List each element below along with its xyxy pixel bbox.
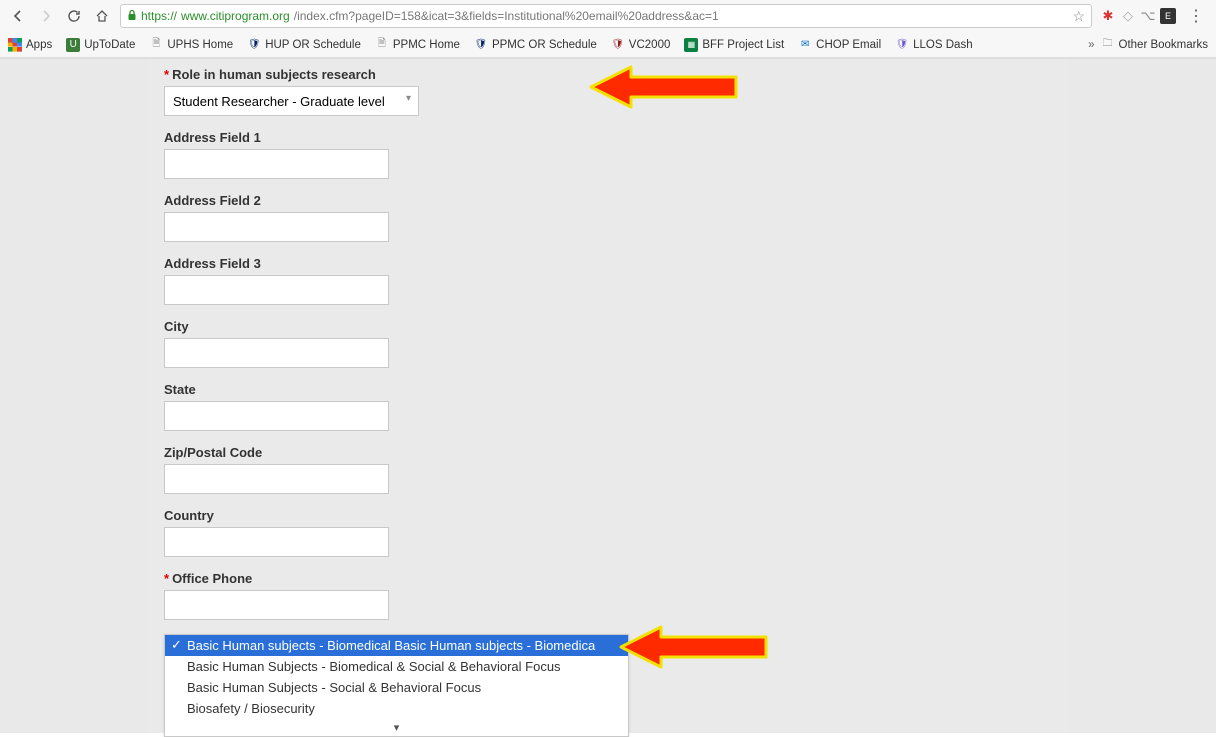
folder-icon: 🗀 bbox=[1101, 38, 1115, 52]
apps-icon bbox=[8, 38, 22, 52]
file-icon: 🗎 bbox=[149, 38, 163, 52]
bookmark-label: UpToDate bbox=[84, 39, 135, 51]
bookmark-label: LLOS Dash bbox=[913, 39, 972, 51]
apps-button[interactable]: Apps bbox=[8, 38, 52, 52]
bookmark-label: CHOP Email bbox=[816, 39, 881, 51]
bookmark-item[interactable]: U UpToDate bbox=[66, 38, 135, 52]
bookmark-item[interactable]: ✉ CHOP Email bbox=[798, 38, 881, 52]
zip-input[interactable] bbox=[164, 464, 389, 494]
shield-icon: 🛡 bbox=[895, 38, 909, 52]
shield-icon: 🛡 bbox=[247, 38, 261, 52]
address3-label: Address Field 3 bbox=[164, 256, 1052, 271]
bookmark-item[interactable]: ▦ BFF Project List bbox=[684, 38, 784, 52]
address1-input[interactable] bbox=[164, 149, 389, 179]
annotation-arrow-bottom bbox=[616, 617, 771, 677]
address3-input[interactable] bbox=[164, 275, 389, 305]
file-icon: 🗎 bbox=[375, 38, 389, 52]
url-https: https:// bbox=[141, 9, 177, 23]
url-path: /index.cfm?pageID=158&icat=3&fields=Inst… bbox=[294, 9, 719, 23]
shield-icon: 🛡 bbox=[611, 38, 625, 52]
bookmark-label: UPHS Home bbox=[167, 39, 233, 51]
city-label: City bbox=[164, 319, 1052, 334]
role-select[interactable] bbox=[164, 86, 419, 116]
ext-icon-1[interactable]: ✱ bbox=[1100, 8, 1116, 24]
dropdown-option[interactable]: Basic Human subjects - Biomedical Basic … bbox=[165, 635, 628, 656]
ext-icon-3[interactable]: ⌥ bbox=[1140, 8, 1156, 24]
mail-icon: ✉ bbox=[798, 38, 812, 52]
bookmark-label: HUP OR Schedule bbox=[265, 39, 361, 51]
dropdown-option[interactable]: Basic Human Subjects - Social & Behavior… bbox=[165, 677, 628, 698]
reload-button[interactable] bbox=[64, 6, 84, 26]
required-star: * bbox=[164, 67, 169, 82]
other-bookmarks-label: Other Bookmarks bbox=[1119, 39, 1208, 51]
bookmark-label: PPMC OR Schedule bbox=[492, 39, 597, 51]
star-icon[interactable]: ☆ bbox=[1072, 8, 1085, 25]
address-bar[interactable]: https:// www.citiprogram.org/index.cfm?pa… bbox=[120, 4, 1092, 28]
other-bookmarks-button[interactable]: 🗀 Other Bookmarks bbox=[1101, 38, 1208, 52]
bookmark-item[interactable]: 🗎 PPMC Home bbox=[375, 38, 460, 52]
address1-label: Address Field 1 bbox=[164, 130, 1052, 145]
dropdown-option[interactable]: Basic Human Subjects - Biomedical & Soci… bbox=[165, 656, 628, 677]
bookmark-item[interactable]: 🛡 HUP OR Schedule bbox=[247, 38, 361, 52]
browser-toolbar: https:// www.citiprogram.org/index.cfm?pa… bbox=[0, 0, 1216, 32]
address2-label: Address Field 2 bbox=[164, 193, 1052, 208]
back-button[interactable] bbox=[8, 6, 28, 26]
grid-icon: ▦ bbox=[684, 38, 698, 52]
country-label: Country bbox=[164, 508, 1052, 523]
bookmark-label: VC2000 bbox=[629, 39, 671, 51]
bookmarks-bar: Apps U UpToDate 🗎 UPHS Home 🛡 HUP OR Sch… bbox=[0, 32, 1216, 58]
browser-menu-button[interactable]: ⋮ bbox=[1184, 6, 1208, 26]
overflow-icon[interactable]: » bbox=[1088, 39, 1094, 51]
apps-label: Apps bbox=[26, 39, 52, 51]
state-label: State bbox=[164, 382, 1052, 397]
dropdown-option[interactable]: Biosafety / Biosecurity bbox=[165, 698, 628, 719]
page-content: *Role in human subjects research ▾ Addre… bbox=[0, 59, 1216, 733]
course-dropdown[interactable]: Basic Human subjects - Biomedical Basic … bbox=[164, 634, 629, 737]
bookmark-item[interactable]: 🛡 LLOS Dash bbox=[895, 38, 972, 52]
extension-icons: ✱ ◇ ⌥ E bbox=[1100, 8, 1176, 24]
role-label: *Role in human subjects research bbox=[164, 67, 1052, 82]
lock-icon bbox=[127, 9, 137, 24]
state-input[interactable] bbox=[164, 401, 389, 431]
shield-icon: 🛡 bbox=[474, 38, 488, 52]
home-button[interactable] bbox=[92, 6, 112, 26]
bookmark-favicon: U bbox=[66, 38, 80, 52]
address2-input[interactable] bbox=[164, 212, 389, 242]
office-phone-label: *Office Phone bbox=[164, 571, 1052, 586]
office-phone-input[interactable] bbox=[164, 590, 389, 620]
forward-button[interactable] bbox=[36, 6, 56, 26]
form-container: *Role in human subjects research ▾ Addre… bbox=[148, 59, 1068, 733]
bookmark-item[interactable]: 🗎 UPHS Home bbox=[149, 38, 233, 52]
bookmark-label: BFF Project List bbox=[702, 39, 784, 51]
city-input[interactable] bbox=[164, 338, 389, 368]
bookmark-item[interactable]: 🛡 PPMC OR Schedule bbox=[474, 38, 597, 52]
url-domain: www.citiprogram.org bbox=[181, 9, 290, 23]
required-star: * bbox=[164, 571, 169, 586]
bookmark-label: PPMC Home bbox=[393, 39, 460, 51]
ext-icon-2[interactable]: ◇ bbox=[1120, 8, 1136, 24]
ext-icon-4[interactable]: E bbox=[1160, 8, 1176, 24]
zip-label: Zip/Postal Code bbox=[164, 445, 1052, 460]
country-input[interactable] bbox=[164, 527, 389, 557]
bookmark-item[interactable]: 🛡 VC2000 bbox=[611, 38, 671, 52]
chevron-down-icon[interactable]: ▾ bbox=[165, 719, 628, 736]
